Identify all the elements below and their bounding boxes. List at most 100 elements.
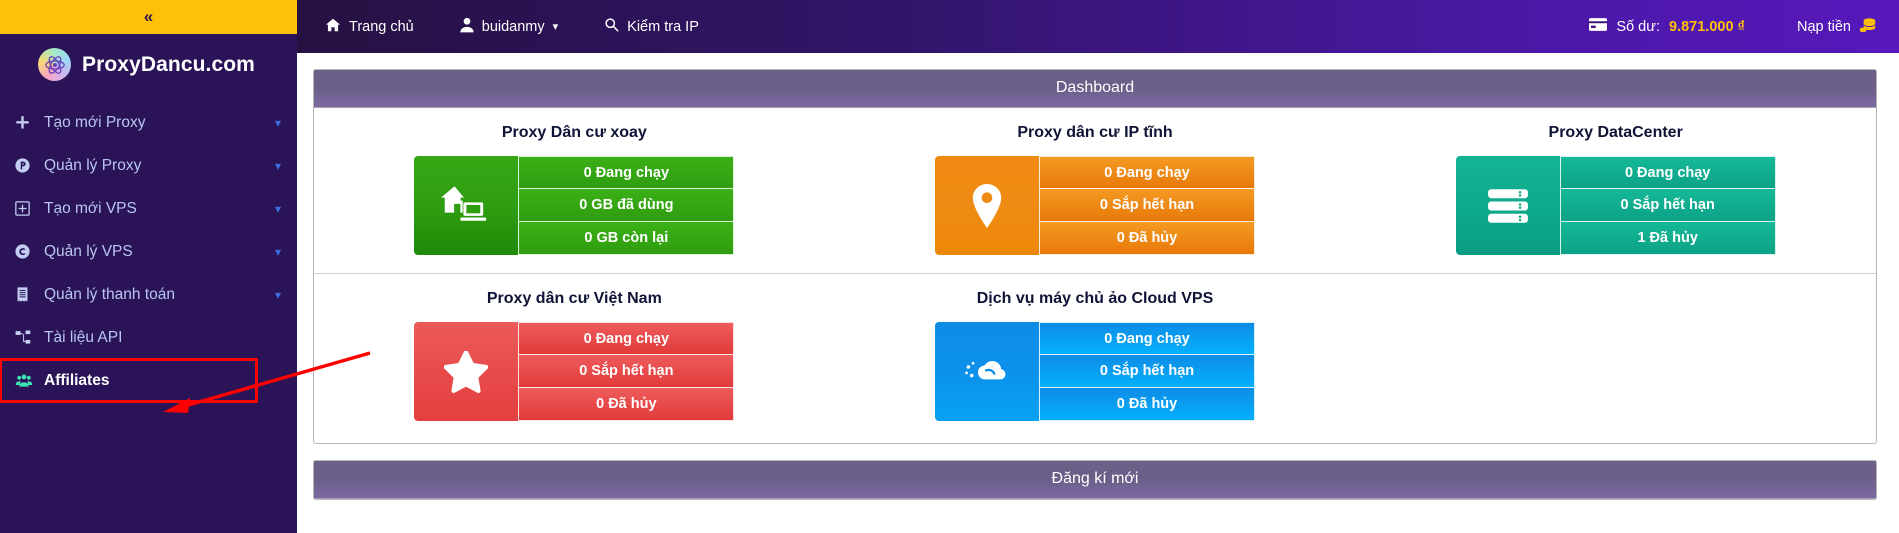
chevron-down-icon[interactable]: ▾ (275, 245, 281, 259)
coins-icon (1859, 17, 1877, 37)
app-root: « ProxyDancu.com Tạo mới Proxy ▾ Quản lý… (0, 0, 1899, 533)
stat-card[interactable]: 0 Đang chạy 0 Sắp hết hạn 0 Đã hủy (935, 156, 1255, 255)
stat-lines: 0 Đang chạy 0 GB đã dùng 0 GB còn lại (518, 156, 735, 255)
home-icon (325, 17, 341, 37)
nav-ip-check-link[interactable]: Kiểm tra IP (604, 17, 699, 36)
balance-amount: 9.871.000 ₫ (1669, 18, 1745, 35)
sidebar-item-label: Quản lý VPS (44, 242, 133, 260)
sidebar-item-quan-ly-thanh-toan[interactable]: Quản lý thanh toán ▾ (0, 273, 297, 316)
sidebar-item-label: Tạo mới VPS (44, 199, 137, 217)
chevron-down-icon[interactable]: ▾ (275, 159, 281, 173)
plus-icon (14, 114, 44, 131)
house-laptop-icon (414, 156, 518, 255)
sidebar-item-tai-lieu-api[interactable]: Tài liệu API (0, 316, 297, 359)
dashboard-row: Proxy Dân cư xoay 0 Đang chạy 0 GB đã dù… (314, 118, 1876, 274)
stat-line[interactable]: 0 Đã hủy (1039, 222, 1255, 255)
topup-button[interactable]: Nạp tiền (1797, 17, 1877, 37)
chevron-down-icon[interactable]: ▾ (275, 116, 281, 130)
dashboard-panel-title: Dashboard (314, 70, 1876, 108)
stat-card-title: Proxy DataCenter (1548, 124, 1683, 141)
sidebar-item-tao-moi-vps[interactable]: Tạo mới VPS ▾ (0, 187, 297, 230)
stat-card[interactable]: 0 Đang chạy 0 Sắp hết hạn 1 Đã hủy (1455, 156, 1776, 255)
stat-line[interactable]: 1 Đã hủy (1559, 222, 1776, 255)
nav-user-label: buidanmy (481, 18, 545, 35)
chevron-down-icon[interactable]: ▾ (275, 202, 281, 216)
dashboard-row: Proxy dân cư Việt Nam 0 Đang chạy 0 Sắp (314, 274, 1876, 431)
stat-line[interactable]: 0 Đang chạy (518, 156, 735, 189)
cloud-icon (935, 322, 1039, 421)
stat-line[interactable]: 0 Sắp hết hạn (1559, 189, 1776, 222)
stat-line[interactable]: 0 Đã hủy (518, 388, 735, 421)
topup-label: Nạp tiền (1796, 18, 1851, 35)
stat-card-title: Proxy Dân cư xoay (501, 124, 647, 141)
receipt-icon (14, 286, 44, 303)
main-area: Trang chủ buidanmy ▾ Kiểm tra IP Số dư: … (297, 0, 1899, 533)
brand-name: ProxyDancu.com (82, 52, 255, 76)
stat-line[interactable]: 0 Sắp hết hạn (1039, 189, 1255, 222)
stat-line[interactable]: 0 Đang chạy (1039, 322, 1255, 355)
sidebar-menu: Tạo mới Proxy ▾ Quản lý Proxy ▾ Tạo mới … (0, 101, 297, 403)
stat-card-title: Dịch vụ máy chủ ảo Cloud VPS (976, 290, 1214, 307)
stat-card[interactable]: 0 Đang chạy 0 GB đã dùng 0 GB còn lại (414, 156, 735, 255)
brand[interactable]: ProxyDancu.com (0, 34, 297, 95)
sidebar-item-quan-ly-vps[interactable]: Quản lý VPS ▾ (0, 230, 297, 273)
stat-line[interactable]: 0 GB còn lại (518, 222, 735, 255)
stat-line[interactable]: 0 Sắp hết hạn (1039, 355, 1255, 388)
map-pin-icon (935, 156, 1039, 255)
proxy-circle-icon (14, 157, 44, 174)
stat-line[interactable]: 0 GB đã dùng (518, 189, 735, 222)
stat-lines: 0 Đang chạy 0 Sắp hết hạn 0 Đã hủy (1039, 156, 1255, 255)
stat-card[interactable]: 0 Đang chạy 0 Sắp hết hạn 0 Đã hủy (935, 322, 1255, 421)
brand-logo-icon (38, 48, 71, 81)
page-content: Dashboard Proxy Dân cư xoay 0 Đang chạy … (297, 53, 1899, 500)
sidebar-item-quan-ly-proxy[interactable]: Quản lý Proxy ▾ (0, 144, 297, 187)
stat-line[interactable]: 0 Đã hủy (1039, 388, 1255, 421)
sidebar-item-label: Tạo mới Proxy (44, 113, 146, 131)
sidebar-item-label: Tài liệu API (44, 328, 123, 346)
sidebar-item-affiliates[interactable]: Affiliates (0, 358, 258, 403)
top-navbar: Trang chủ buidanmy ▾ Kiểm tra IP Số dư: … (297, 0, 1899, 53)
search-icon (604, 17, 619, 36)
sitemap-icon (14, 329, 44, 346)
nav-user-menu[interactable]: buidanmy ▾ (460, 17, 558, 37)
user-icon (460, 17, 474, 37)
stat-cell-proxy-dan-cu-xoay: Proxy Dân cư xoay 0 Đang chạy 0 GB đã dù… (314, 118, 835, 265)
nav-home-label: Trang chủ (349, 18, 414, 35)
register-panel: Đăng kí mới (313, 460, 1877, 500)
stat-line[interactable]: 0 Đang chạy (518, 322, 735, 355)
stat-cell-proxy-datacenter: Proxy DataCenter 0 Đang chạy 0 Sắp hết h… (1355, 118, 1876, 265)
navbar-right-area: Số dư: 9.871.000 ₫ Nạp tiền (1589, 17, 1877, 37)
sidebar-item-label: Quản lý thanh toán (44, 285, 175, 303)
stat-cell-proxy-viet-nam: Proxy dân cư Việt Nam 0 Đang chạy 0 Sắp (314, 284, 835, 431)
dashboard-panel-body: Proxy Dân cư xoay 0 Đang chạy 0 GB đã dù… (314, 108, 1876, 443)
server-icon (1456, 156, 1560, 255)
balance-display[interactable]: Số dư: 9.871.000 ₫ (1589, 18, 1745, 35)
sidebar-item-label: Quản lý Proxy (44, 156, 142, 174)
stat-card-title: Proxy dân cư Việt Nam (486, 290, 662, 307)
stat-line[interactable]: 0 Đang chạy (1559, 156, 1776, 189)
stat-cell-cloud-vps: Dịch vụ máy chủ ảo Cloud VPS 0 Đang chạy… (835, 284, 1356, 431)
navbar-left-links: Trang chủ buidanmy ▾ Kiểm tra IP (325, 17, 699, 37)
stat-line[interactable]: 0 Đang chạy (1039, 156, 1255, 189)
sidebar-item-tao-moi-proxy[interactable]: Tạo mới Proxy ▾ (0, 101, 297, 144)
credit-card-icon (1589, 18, 1608, 35)
sidebar-item-label: Affiliates (44, 371, 110, 389)
stat-lines: 0 Đang chạy 0 Sắp hết hạn 1 Đã hủy (1559, 156, 1776, 255)
users-icon (14, 372, 44, 389)
stat-lines: 0 Đang chạy 0 Sắp hết hạn 0 Đã hủy (1039, 322, 1255, 421)
stat-cell-proxy-ip-tinh: Proxy dân cư IP tĩnh 0 Đang chạy 0 Sắp h… (835, 118, 1356, 265)
chevron-down-icon[interactable]: ▾ (553, 20, 559, 33)
chevron-down-icon[interactable]: ▾ (275, 288, 281, 302)
cpanel-circle-icon (14, 243, 44, 260)
nav-home-link[interactable]: Trang chủ (325, 17, 414, 37)
star-icon (414, 322, 518, 421)
stat-card-title: Proxy dân cư IP tĩnh (1017, 124, 1173, 141)
nav-ip-check-label: Kiểm tra IP (627, 18, 699, 35)
stat-lines: 0 Đang chạy 0 Sắp hết hạn 0 Đã hủy (518, 322, 735, 421)
plus-square-icon (14, 200, 44, 217)
sidebar-collapse-label: « (143, 7, 154, 26)
stat-card[interactable]: 0 Đang chạy 0 Sắp hết hạn 0 Đã hủy (414, 322, 735, 421)
sidebar-collapse-button[interactable]: « (0, 0, 297, 34)
stat-line[interactable]: 0 Sắp hết hạn (518, 355, 735, 388)
balance-label: Số dư: (1616, 18, 1660, 35)
